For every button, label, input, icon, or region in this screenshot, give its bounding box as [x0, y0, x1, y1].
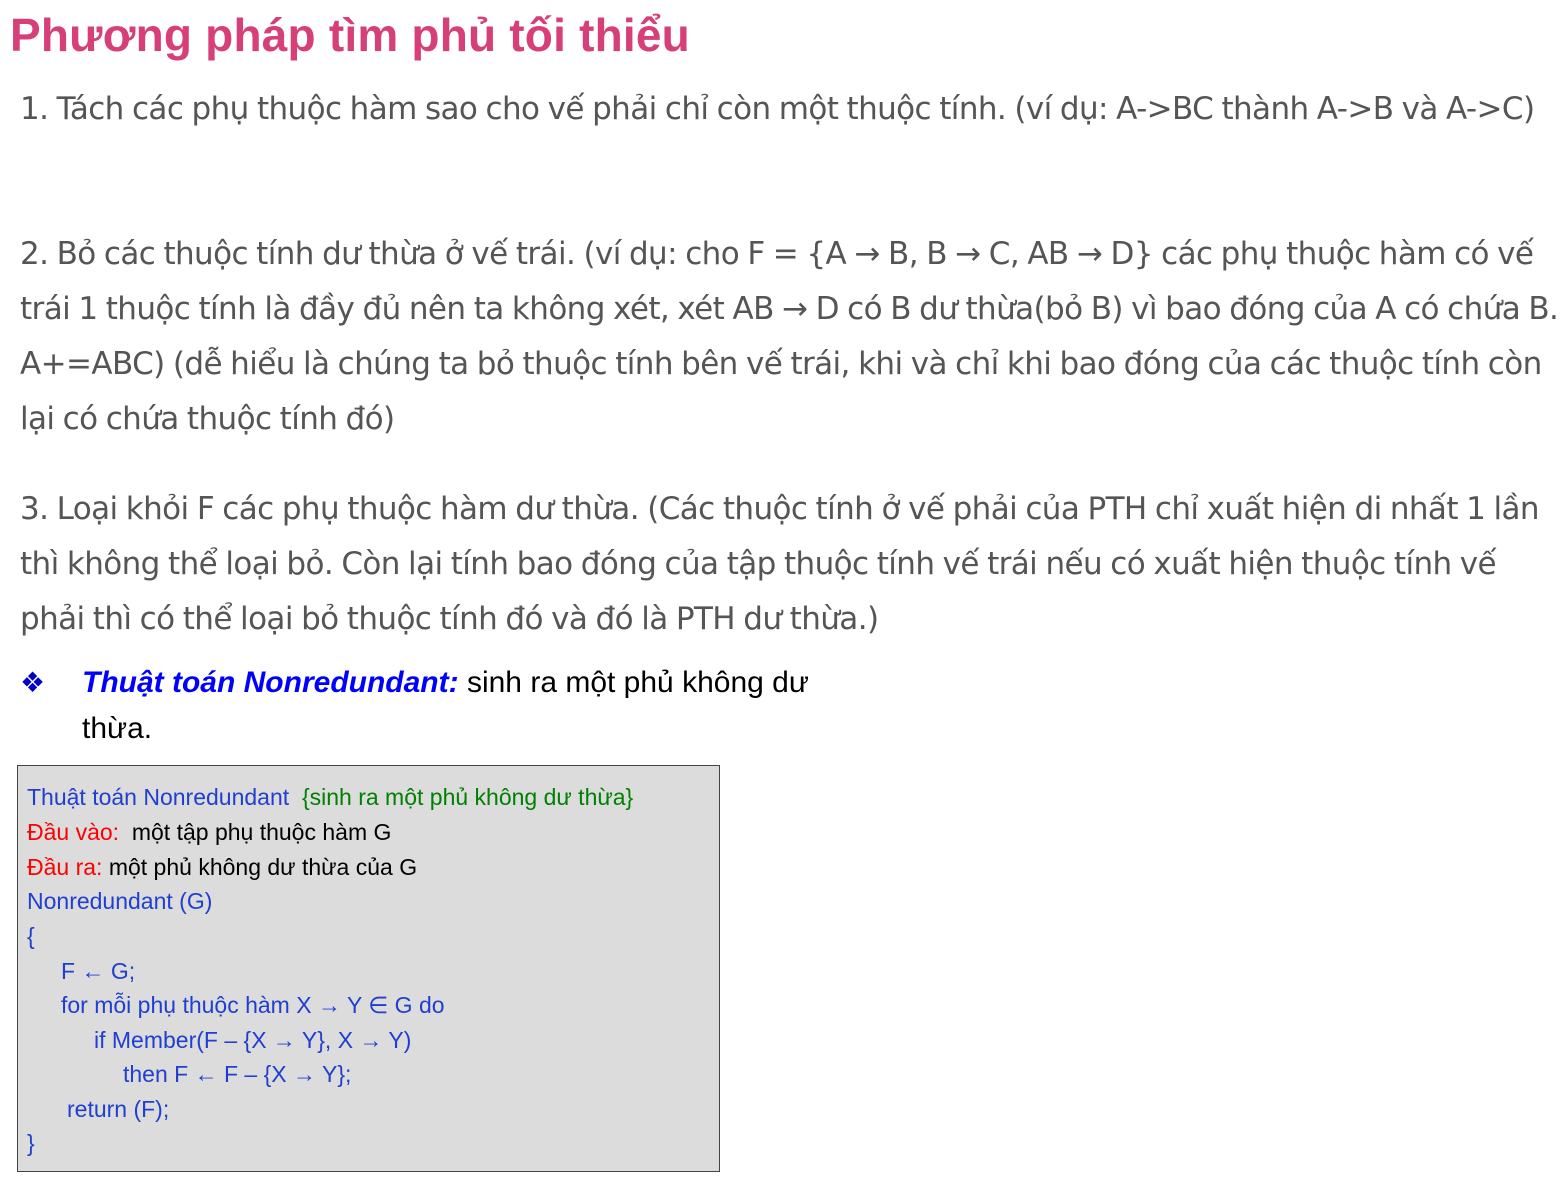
step-3-text: 3. Loại khỏi F các phụ thuộc hàm dư thừa… [20, 491, 1540, 637]
code-line-assign: F ← G; [61, 958, 136, 984]
algorithm-output: Đầu ra: một phủ không dư thừa của G [27, 852, 417, 882]
code-line-if: if Member(F – {X → Y}, X → Y) [94, 1027, 412, 1053]
step-1-text: 1. Tách các phụ thuộc hàm sao cho vế phả… [20, 91, 1535, 127]
algorithm-box: Thuật toán Nonredundant {sinh ra một phủ… [17, 765, 720, 1172]
input-label: Đầu vào: [27, 819, 120, 845]
code-line-close-brace: } [27, 1130, 35, 1156]
code-line-for: for mỗi phụ thuộc hàm X → Y ∈ G do [61, 992, 445, 1018]
code-line-open-brace: { [27, 923, 35, 949]
output-label: Đầu ra: [27, 854, 103, 880]
algorithm-name: Thuật toán Nonredundant [27, 784, 290, 810]
algorithm-header: Thuật toán Nonredundant {sinh ra một phủ… [27, 782, 633, 812]
bullet-text: Thuật toán Nonredundant: sinh ra một phủ… [82, 660, 882, 752]
algorithm-comment: {sinh ra một phủ không dư thừa} [301, 784, 634, 810]
output-text: một phủ không dư thừa của G [108, 854, 418, 880]
algorithm-input: Đầu vào: một tập phụ thuộc hàm G [27, 817, 391, 847]
code-line-return: return (F); [67, 1096, 170, 1122]
bullet-heading: Thuật toán Nonredundant: [82, 666, 459, 699]
input-text: một tập phụ thuộc hàm G [131, 819, 392, 845]
page-title: Phương pháp tìm phủ tối thiểu [10, 9, 690, 61]
code-line-then: then F ← F – {X → Y}; [123, 1061, 352, 1087]
step-2-text: 2. Bỏ các thuộc tính dư thừa ở vế trái. … [20, 236, 1559, 437]
code-line-signature: Nonredundant (G) [27, 888, 213, 914]
diamond-bullet-icon: ❖ [20, 667, 46, 698]
